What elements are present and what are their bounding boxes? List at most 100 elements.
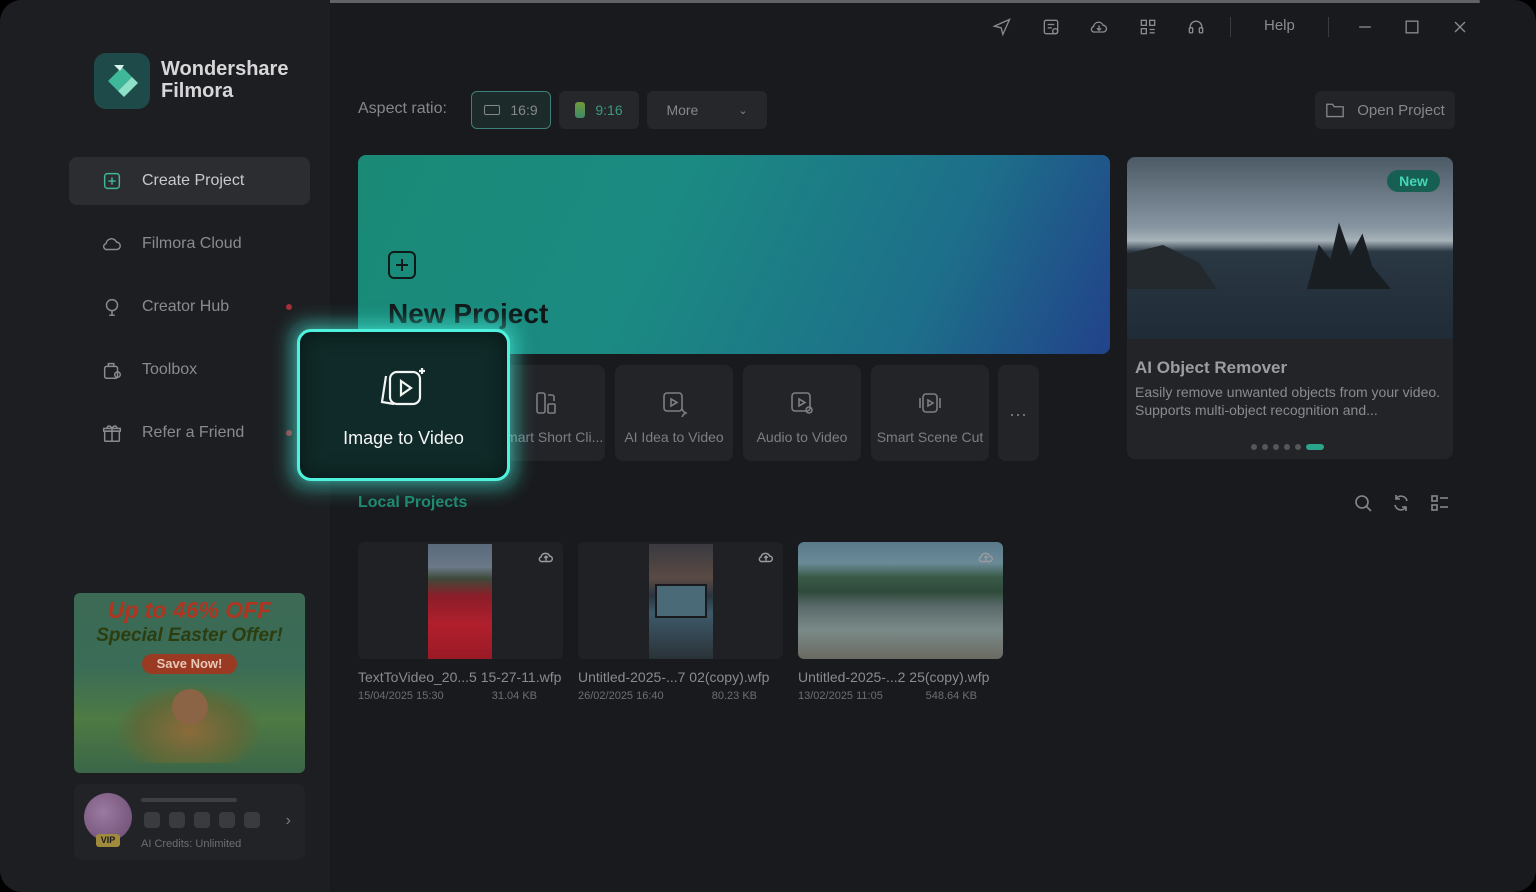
cloud-upload-icon[interactable] bbox=[537, 548, 555, 566]
user-account-card[interactable]: VIP › AI Credits: Unlimited bbox=[74, 784, 305, 860]
more-label: More bbox=[666, 102, 699, 118]
filmora-logo-icon bbox=[94, 53, 150, 109]
project-thumbnail[interactable] bbox=[578, 542, 783, 659]
sidebar-item-label: Toolbox bbox=[142, 361, 198, 378]
feature-title: AI Object Remover bbox=[1135, 358, 1288, 377]
sidebar-item-toolbox[interactable]: Toolbox bbox=[69, 346, 310, 394]
close-icon[interactable] bbox=[1449, 16, 1471, 38]
lightbulb-icon bbox=[100, 295, 124, 319]
list-view-icon[interactable] bbox=[1430, 493, 1450, 513]
project-name: Untitled-2025-...2 25(copy).wfp bbox=[798, 669, 990, 685]
carousel-dot[interactable] bbox=[1295, 444, 1301, 450]
open-project-button[interactable]: Open Project bbox=[1315, 91, 1455, 129]
titlebar-separator bbox=[1328, 17, 1329, 37]
carousel-dot[interactable] bbox=[1251, 444, 1257, 450]
plus-square-icon bbox=[100, 169, 124, 193]
project-size: 80.23 KB bbox=[711, 690, 757, 702]
project-date: 15/04/2025 15:30 bbox=[358, 690, 444, 702]
aspect-9-16-button[interactable]: 9:16 bbox=[559, 91, 639, 129]
tile-label: Audio to Video bbox=[756, 429, 848, 445]
project-date: 26/02/2025 16:40 bbox=[578, 690, 664, 702]
sidebar-item-creator-hub[interactable]: Creator Hub bbox=[69, 283, 310, 331]
image-to-video-tile[interactable]: Image to Video bbox=[297, 329, 510, 481]
aspect-more-dropdown[interactable]: More ⌄ bbox=[647, 91, 767, 129]
carousel-dot-active[interactable] bbox=[1306, 444, 1324, 450]
sea-rock bbox=[1307, 222, 1391, 289]
project-card[interactable]: TextToVideo_20...5 15-27-11.wfp 15/04/20… bbox=[358, 542, 563, 702]
sidebar-item-refer-a-friend[interactable]: Refer a Friend bbox=[69, 409, 310, 457]
project-thumbnail[interactable] bbox=[358, 542, 563, 659]
benefit-icon bbox=[244, 812, 260, 828]
chevron-right-icon[interactable]: › bbox=[286, 812, 291, 830]
save-now-button[interactable]: Save Now! bbox=[142, 654, 237, 674]
project-card[interactable]: Untitled-2025-...2 25(copy).wfp 13/02/20… bbox=[798, 542, 1003, 702]
more-tools-button[interactable]: ... bbox=[998, 365, 1039, 461]
app-name-line1: Wondershare bbox=[161, 58, 289, 80]
ai-idea-to-video-tile[interactable]: AI Idea to Video bbox=[615, 365, 733, 461]
aspect-16-9-button[interactable]: 16:9 bbox=[471, 91, 551, 129]
audio-to-video-icon bbox=[791, 392, 813, 414]
project-name: TextToVideo_20...5 15-27-11.wfp bbox=[358, 669, 562, 685]
promo-character bbox=[172, 689, 208, 725]
add-icon bbox=[388, 251, 416, 279]
thumbnail-image bbox=[649, 544, 713, 659]
feature-description: Easily remove unwanted objects from your… bbox=[1135, 384, 1441, 418]
task-list-icon[interactable] bbox=[1040, 16, 1062, 38]
cloud-upload-icon[interactable] bbox=[757, 548, 775, 566]
chevron-down-icon: ⌄ bbox=[738, 104, 748, 117]
sidebar-item-label: Create Project bbox=[142, 172, 245, 189]
send-feedback-icon[interactable] bbox=[991, 16, 1013, 38]
aspect-option-label: 16:9 bbox=[510, 102, 538, 118]
app-window: Wondershare Filmora Create Project Filmo… bbox=[0, 0, 1536, 892]
ai-credits-text: AI Credits: Unlimited bbox=[141, 838, 242, 850]
sidebar: Wondershare Filmora Create Project Filmo… bbox=[0, 0, 330, 892]
project-name: Untitled-2025-...7 02(copy).wfp bbox=[578, 669, 770, 685]
refresh-icon[interactable] bbox=[1391, 493, 1411, 513]
sidebar-item-create-project[interactable]: Create Project bbox=[69, 157, 310, 205]
portrait-icon bbox=[575, 102, 586, 118]
carousel-dot[interactable] bbox=[1284, 444, 1290, 450]
project-card[interactable]: Untitled-2025-...7 02(copy).wfp 26/02/20… bbox=[578, 542, 783, 702]
gift-icon bbox=[100, 421, 124, 445]
minimize-icon[interactable] bbox=[1354, 16, 1376, 38]
promo-headline: Up to 46% OFF bbox=[107, 597, 272, 623]
smart-scene-cut-tile[interactable]: Smart Scene Cut bbox=[871, 365, 989, 461]
cloud-download-icon[interactable] bbox=[1088, 16, 1110, 38]
benefit-icon bbox=[169, 812, 185, 828]
carousel-dots[interactable] bbox=[1251, 444, 1324, 450]
search-icon[interactable] bbox=[1353, 493, 1373, 513]
notification-dot bbox=[286, 304, 292, 310]
new-badge: New bbox=[1387, 170, 1440, 192]
ai-object-remover-card[interactable]: New AI Object Remover Easily remove unwa… bbox=[1127, 157, 1453, 459]
audio-to-video-tile[interactable]: Audio to Video bbox=[743, 365, 861, 461]
easter-promo-banner[interactable]: Up to 46% OFF Special Easter Offer! Save… bbox=[74, 593, 305, 773]
membership-benefit-icons bbox=[144, 812, 260, 828]
thumbnail-image bbox=[798, 542, 1003, 659]
cloud-icon bbox=[100, 232, 124, 256]
promo-subheadline: Special Easter Offer! bbox=[96, 625, 283, 646]
carousel-dot[interactable] bbox=[1273, 444, 1279, 450]
sidebar-item-label: Refer a Friend bbox=[142, 424, 245, 441]
aspect-ratio-label: Aspect ratio: bbox=[358, 100, 447, 117]
project-thumbnail[interactable] bbox=[798, 542, 1003, 659]
tile-label: Image to Video bbox=[343, 428, 464, 448]
sidebar-item-label: Filmora Cloud bbox=[142, 235, 242, 252]
ai-idea-icon bbox=[663, 392, 688, 417]
carousel-dot[interactable] bbox=[1262, 444, 1268, 450]
app-name-line2: Filmora bbox=[161, 80, 234, 102]
tile-label: Smart Scene Cut bbox=[876, 429, 984, 445]
toolbox-icon bbox=[100, 358, 124, 382]
cliff bbox=[1127, 245, 1217, 289]
apps-grid-icon[interactable] bbox=[1137, 16, 1159, 38]
project-size: 548.64 KB bbox=[925, 690, 977, 702]
sidebar-item-label: Creator Hub bbox=[142, 298, 230, 315]
maximize-icon[interactable] bbox=[1401, 16, 1423, 38]
aspect-option-label: 9:16 bbox=[595, 102, 623, 118]
sidebar-item-filmora-cloud[interactable]: Filmora Cloud bbox=[69, 220, 310, 268]
cloud-upload-icon[interactable] bbox=[977, 548, 995, 566]
titlebar-separator bbox=[1230, 17, 1231, 37]
help-menu[interactable]: Help bbox=[1264, 17, 1295, 34]
app-name: Wondershare Filmora bbox=[161, 58, 288, 102]
headset-support-icon[interactable] bbox=[1185, 16, 1207, 38]
benefit-icon bbox=[219, 812, 235, 828]
